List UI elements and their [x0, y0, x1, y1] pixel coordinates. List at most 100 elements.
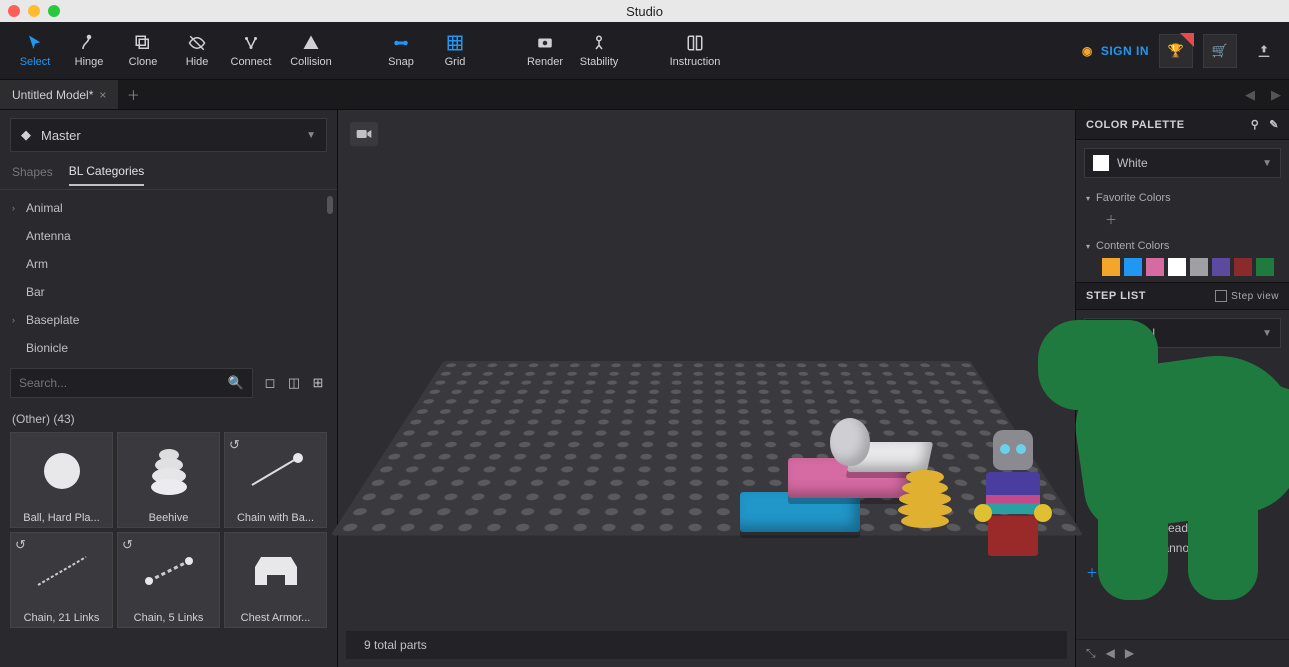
- search-input[interactable]: [19, 376, 228, 390]
- part-card[interactable]: Chest Armor...: [224, 532, 327, 628]
- part-label: Chain with Ba...: [225, 509, 326, 527]
- part-label: Chest Armor...: [225, 609, 326, 627]
- signin-label: SIGN IN: [1101, 44, 1149, 58]
- category-label: Arm: [26, 257, 48, 271]
- palette-title: COLOR PALETTE: [1086, 119, 1185, 131]
- connect-tool[interactable]: Connect: [224, 22, 278, 80]
- hinge-label: Hinge: [75, 56, 104, 68]
- view-large-icon[interactable]: ◻: [261, 374, 279, 392]
- viewport-panel: 9 total parts: [338, 110, 1075, 667]
- model-selector[interactable]: ◆ Master ▼: [10, 118, 327, 152]
- upload-icon: [1256, 43, 1272, 59]
- view-grid-icon[interactable]: ⊞: [309, 374, 327, 392]
- model-tab[interactable]: Untitled Model* ×: [0, 80, 119, 109]
- color-name: White: [1117, 156, 1148, 170]
- grid-icon: [446, 34, 464, 52]
- trophy-button[interactable]: 🏆: [1159, 34, 1193, 68]
- stability-tool[interactable]: Stability: [572, 22, 626, 80]
- content-color-swatches: [1086, 258, 1279, 276]
- cart-icon: 🛒: [1212, 43, 1228, 59]
- instruction-label: Instruction: [670, 56, 721, 68]
- part-card[interactable]: Ball, Hard Pla...: [10, 432, 113, 528]
- content-colors-toggle[interactable]: ▾ Content Colors: [1086, 240, 1279, 252]
- brick-icon: ◉: [1082, 44, 1093, 58]
- close-icon[interactable]: ×: [99, 88, 106, 102]
- add-favorite-color[interactable]: ＋: [1102, 210, 1120, 228]
- clone-icon: [134, 34, 152, 52]
- hinge-tool[interactable]: Hinge: [62, 22, 116, 80]
- tab-next-button[interactable]: ▶: [1263, 87, 1289, 103]
- current-color-selector[interactable]: White ▼: [1084, 148, 1281, 178]
- prev-icon[interactable]: ◀: [1106, 646, 1115, 661]
- view-medium-icon[interactable]: ◫: [285, 374, 303, 392]
- tab-prev-button[interactable]: ◀: [1237, 87, 1263, 103]
- category-list: ›Animal Antenna Arm Bar ›Baseplate Bioni…: [0, 190, 337, 360]
- window-title: Studio: [0, 4, 1289, 19]
- signin-button[interactable]: ◉ SIGN IN: [1082, 44, 1149, 58]
- color-swatch[interactable]: [1102, 258, 1120, 276]
- part-card[interactable]: ↺ Chain with Ba...: [224, 432, 327, 528]
- eyedropper-icon[interactable]: ✎: [1269, 118, 1279, 131]
- hide-tool[interactable]: Hide: [170, 22, 224, 80]
- search-icon[interactable]: 🔍: [228, 375, 244, 391]
- next-icon[interactable]: ▶: [1125, 646, 1134, 661]
- color-swatch[interactable]: [1234, 258, 1252, 276]
- color-swatch[interactable]: [1212, 258, 1230, 276]
- grid-tool[interactable]: Grid: [428, 22, 482, 80]
- upload-button[interactable]: [1247, 34, 1281, 68]
- chevron-down-icon: ▼: [306, 130, 316, 141]
- search-box[interactable]: 🔍: [10, 368, 253, 398]
- category-item[interactable]: Bionicle: [0, 334, 337, 360]
- color-swatch[interactable]: [1124, 258, 1142, 276]
- collapse-icon[interactable]: ⤡: [1086, 646, 1096, 661]
- color-swatch[interactable]: [1146, 258, 1164, 276]
- favorite-colors-toggle[interactable]: ▾ Favorite Colors: [1086, 192, 1279, 204]
- scrollbar-thumb[interactable]: [327, 196, 333, 214]
- clone-tool[interactable]: Clone: [116, 22, 170, 80]
- tab-label: Untitled Model*: [12, 88, 93, 102]
- palette-filter-icon[interactable]: ⚲: [1251, 118, 1260, 131]
- tab-shapes[interactable]: Shapes: [12, 165, 53, 185]
- category-label: Animal: [26, 201, 63, 215]
- part-card[interactable]: ↺ Chain, 21 Links: [10, 532, 113, 628]
- status-bar: 9 total parts: [346, 631, 1067, 659]
- step-list-footer: ⤡ ◀ ▶: [1076, 639, 1289, 667]
- main-toolbar: Select Hinge Clone Hide Connect Collisio…: [0, 22, 1289, 80]
- color-swatch[interactable]: [1168, 258, 1186, 276]
- instruction-icon: [686, 34, 704, 52]
- category-label: Bar: [26, 285, 45, 299]
- chevron-down-icon: ▾: [1086, 194, 1090, 203]
- connect-icon: [242, 34, 260, 52]
- category-item[interactable]: Antenna: [0, 222, 337, 250]
- collision-label: Collision: [290, 56, 332, 68]
- part-card[interactable]: Beehive: [117, 432, 220, 528]
- collision-tool[interactable]: Collision: [278, 22, 344, 80]
- tab-bl-categories[interactable]: BL Categories: [69, 164, 145, 186]
- stability-icon: [590, 34, 608, 52]
- color-swatch[interactable]: [1256, 258, 1274, 276]
- dino-visual: [1038, 280, 1289, 600]
- 3d-viewport[interactable]: [338, 110, 1075, 631]
- window-titlebar: Studio: [0, 0, 1289, 22]
- stability-label: Stability: [580, 56, 619, 68]
- color-swatch[interactable]: [1190, 258, 1208, 276]
- category-tabs: Shapes BL Categories: [0, 160, 337, 190]
- category-item[interactable]: Arm: [0, 250, 337, 278]
- egg-visual: [830, 418, 870, 466]
- add-tab-button[interactable]: ＋: [119, 80, 147, 109]
- snap-tool[interactable]: Snap: [374, 22, 428, 80]
- category-item[interactable]: ›Baseplate: [0, 306, 337, 334]
- category-item[interactable]: Bar: [0, 278, 337, 306]
- baseplate-visual: [330, 361, 1083, 535]
- flex-icon: ↺: [122, 537, 133, 553]
- select-tool[interactable]: Select: [8, 22, 62, 80]
- instruction-tool[interactable]: Instruction: [662, 22, 728, 80]
- part-label: Chain, 21 Links: [11, 609, 112, 627]
- part-card[interactable]: ↺ Chain, 5 Links: [117, 532, 220, 628]
- category-item[interactable]: ›Animal: [0, 194, 337, 222]
- render-tool[interactable]: Render: [518, 22, 572, 80]
- grid-label: Grid: [445, 56, 466, 68]
- category-label: Bionicle: [26, 341, 68, 355]
- cart-button[interactable]: 🛒: [1203, 34, 1237, 68]
- snap-label: Snap: [388, 56, 414, 68]
